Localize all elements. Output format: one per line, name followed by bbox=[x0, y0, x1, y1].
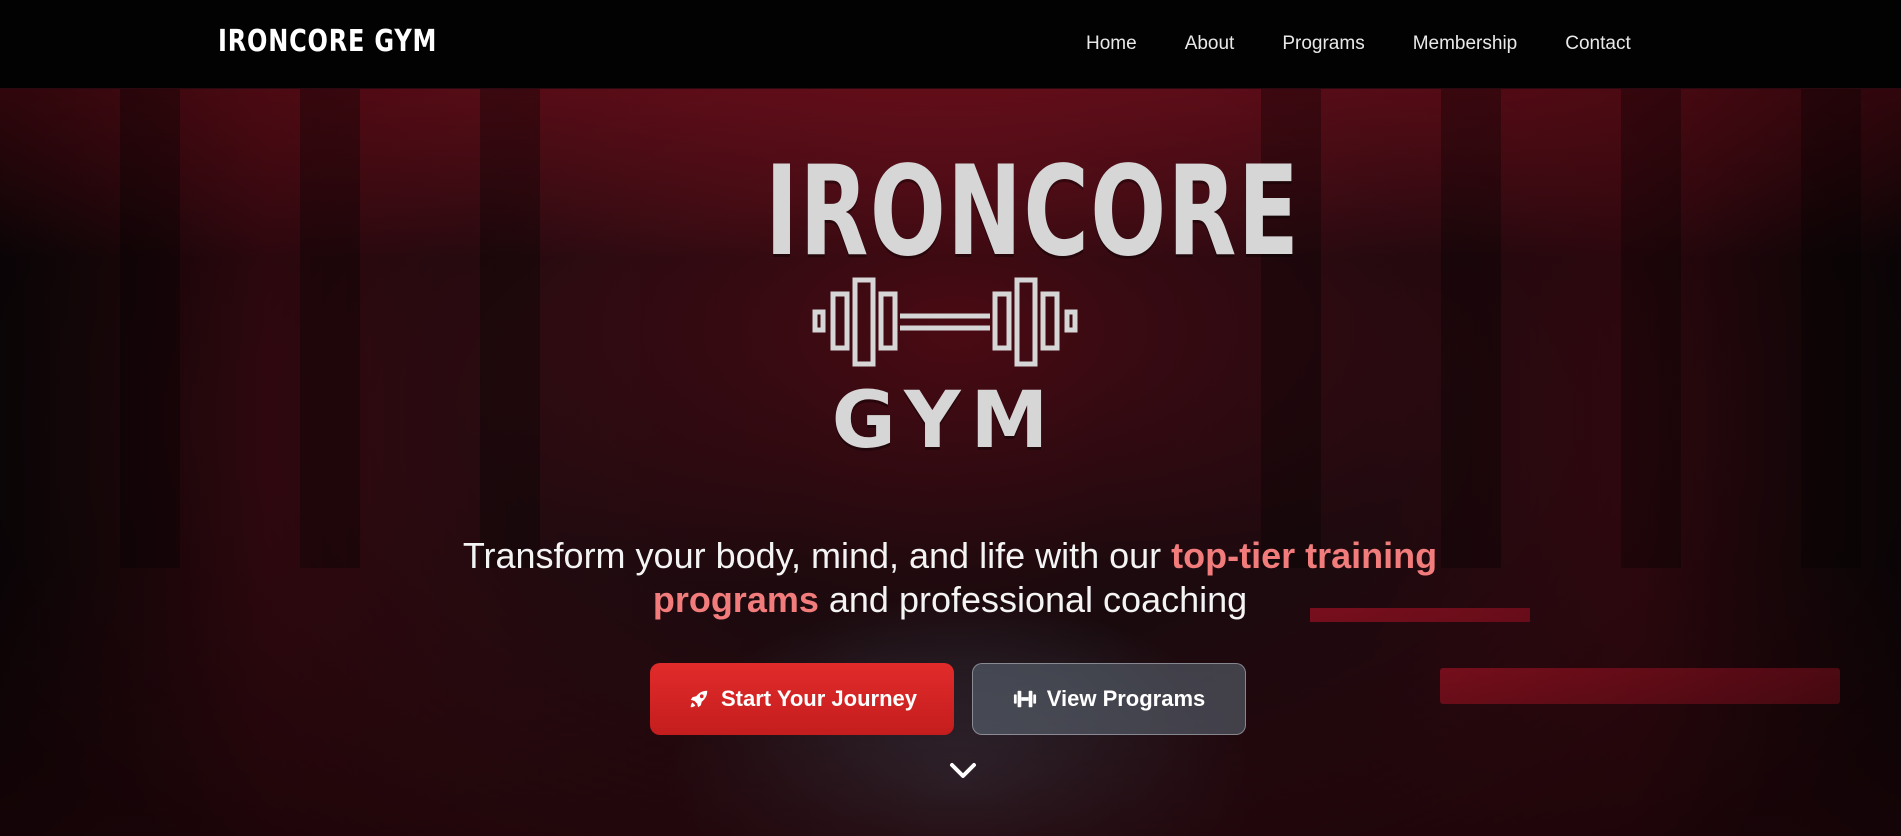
view-programs-button[interactable]: View Programs bbox=[972, 663, 1246, 735]
nav-link-membership[interactable]: Membership bbox=[1413, 33, 1518, 55]
logo-wordmark-bottom: GYM bbox=[831, 376, 1059, 466]
logo-wordmark-top: IRONCORE bbox=[765, 140, 1301, 284]
dumbbell-logo-icon bbox=[812, 277, 1078, 367]
hero-logo: IRONCORE GYM bbox=[695, 140, 1301, 470]
start-journey-button[interactable]: Start Your Journey bbox=[650, 663, 954, 735]
tagline-text: Transform your body, mind, and life with… bbox=[462, 535, 1172, 576]
view-programs-label: View Programs bbox=[1046, 686, 1206, 711]
nav-link-home[interactable]: Home bbox=[1086, 33, 1137, 55]
nav-link-programs[interactable]: Programs bbox=[1282, 33, 1364, 55]
rocket-icon bbox=[687, 687, 711, 711]
nav-menu: Home About Programs Membership Contact bbox=[1086, 33, 1631, 55]
navbar: IRONCORE GYM Home About Programs Members… bbox=[0, 0, 1901, 89]
nav-link-contact[interactable]: Contact bbox=[1565, 33, 1630, 55]
chevron-down-icon[interactable] bbox=[948, 760, 978, 782]
dumbbell-icon bbox=[1013, 687, 1037, 711]
start-journey-label: Start Your Journey bbox=[720, 686, 917, 711]
nav-link-about[interactable]: About bbox=[1185, 33, 1235, 55]
tagline-text-end: and professional coaching bbox=[818, 579, 1248, 620]
hero-tagline: Transform your body, mind, and life with… bbox=[420, 534, 1480, 622]
brand-logo-text[interactable]: IRONCORE GYM bbox=[218, 24, 437, 59]
page: IRONCORE GYM Home About Programs Members… bbox=[0, 0, 1901, 836]
